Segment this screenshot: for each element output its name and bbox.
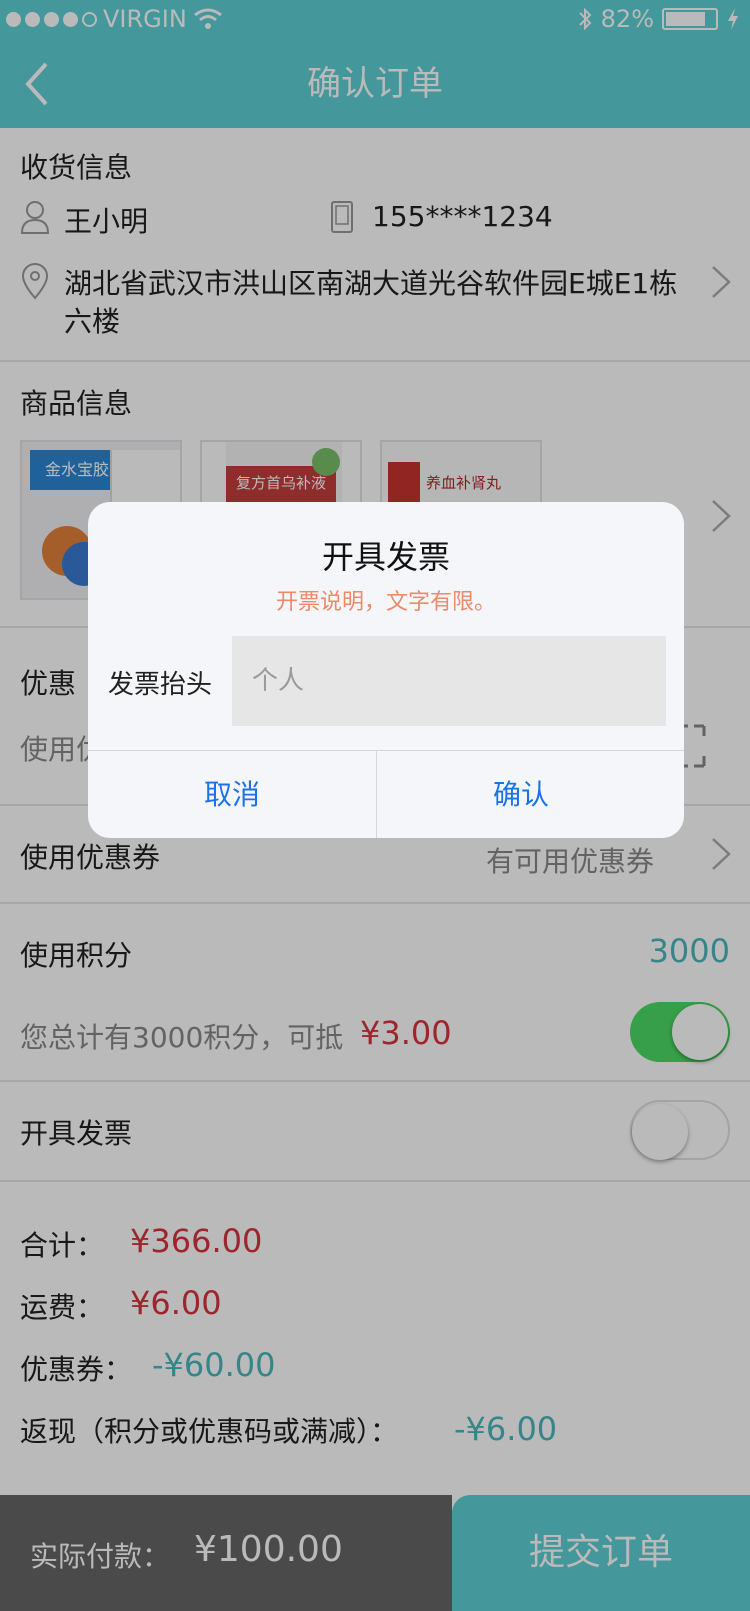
invoice-header-label: 发票抬头 — [108, 670, 213, 700]
invoice-dialog: 开具发票 开票说明，文字有限。 发票抬头 取消 确认 — [88, 502, 684, 838]
confirm-button[interactable]: 确认 — [377, 751, 665, 838]
dialog-title: 开具发票 — [321, 538, 450, 576]
invoice-header-input[interactable] — [232, 636, 666, 726]
cancel-button[interactable]: 取消 — [88, 751, 376, 838]
dialog-subtitle: 开票说明，文字有限。 — [275, 590, 496, 615]
